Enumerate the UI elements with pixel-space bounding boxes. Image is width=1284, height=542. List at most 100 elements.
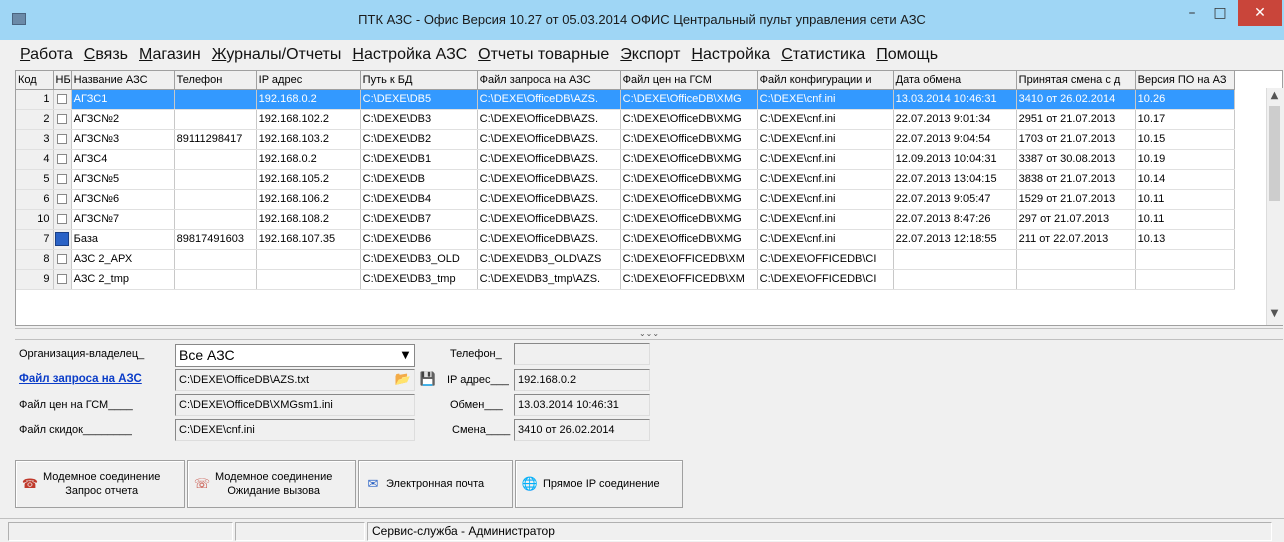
station-icon (57, 174, 68, 185)
menu-station-settings[interactable]: Настройка АЗС (352, 46, 467, 64)
cell-request-file: C:\DEXE\OfficeDB\AZS. (477, 229, 621, 250)
station-icon (57, 274, 68, 285)
cell-nb (53, 189, 72, 210)
scroll-down-arrow-icon[interactable]: ▼ (1266, 308, 1283, 322)
cell-nb (53, 149, 72, 170)
modem-request-button[interactable]: ☎ Модемное соединение Запрос отчета (15, 460, 185, 508)
cell-shift: 297 от 21.07.2013 (1016, 209, 1136, 230)
cell-nb (53, 229, 72, 250)
col-price-file-header[interactable]: Файл цен на ГСМ (620, 71, 758, 90)
cell-phone (174, 269, 257, 290)
envelope-icon: ✉ (367, 476, 379, 491)
col-ip-header[interactable]: IP адрес (256, 71, 361, 90)
cell-phone: 89817491603 (174, 229, 257, 250)
modem-wait-button[interactable]: ☏ Модемное соединение Ожидание вызова (187, 460, 356, 508)
direct-ip-button[interactable]: 🌐 Прямое IP соединение (515, 460, 683, 508)
ip-field: 192.168.0.2 (514, 369, 650, 391)
table-row[interactable]: 3 АГЗС№3 89111298417 192.168.103.2 C:\DEXE\D… (16, 129, 1235, 150)
col-config-file-header[interactable]: Файл конфигурации и (757, 71, 894, 90)
shift-field: 3410 от 26.02.2014 (514, 419, 650, 441)
owner-label: Организация-владелец_ (19, 348, 145, 360)
email-button-label: Электронная почта (386, 478, 485, 490)
menu-export[interactable]: Экспорт (620, 46, 680, 64)
cell-shift: 1529 от 21.07.2013 (1016, 189, 1136, 210)
table-row[interactable]: 1 АГЗС1 192.168.0.2 C:\DEXE\DB5 C:\DEXE\Offi… (16, 89, 1235, 110)
globe-icon: 🌐 (521, 476, 539, 491)
table-row[interactable]: 10 АГЗС№7 192.168.108.2 C:\DEXE\DB7 C:\DEXE\… (16, 209, 1235, 230)
table-row[interactable]: 9 АЗС 2_tmp C:\DEXE\DB3_tmp C:\DEXE\DB3_tmp… (16, 269, 1235, 290)
table-row[interactable]: 2 АГЗС№2 192.168.102.2 C:\DEXE\DB3 C:\DEXE\O… (16, 109, 1235, 130)
cell-db-path: C:\DEXE\DB3_OLD (360, 249, 478, 270)
col-shift-header[interactable]: Принятая смена с д (1016, 71, 1136, 90)
cell-version: 10.14 (1135, 169, 1235, 190)
cell-shift: 3838 от 21.07.2013 (1016, 169, 1136, 190)
open-file-icon[interactable]: 📂 (394, 371, 412, 389)
cell-request-file: C:\DEXE\OfficeDB\AZS. (477, 169, 621, 190)
scroll-up-arrow-icon[interactable]: ▲ (1266, 90, 1283, 104)
cell-nb (53, 209, 72, 230)
cell-config-file: C:\DEXE\cnf.ini (757, 169, 894, 190)
table-row[interactable]: 6 АГЗС№6 192.168.106.2 C:\DEXE\DB4 C:\DEXE\O… (16, 189, 1235, 210)
table-row[interactable]: 4 АГЗС4 192.168.0.2 C:\DEXE\DB1 C:\DEXE\Offi… (16, 149, 1235, 170)
table-row[interactable]: 7 База 89817491603 192.168.107.35 C:\DEXE\DB… (16, 229, 1235, 250)
menu-connection[interactable]: Связь (84, 46, 128, 64)
stations-grid[interactable]: Код НБ Название АЗС Телефон IP адрес Пут… (15, 70, 1283, 326)
request-file-field[interactable]: C:\DEXE\OfficeDB\AZS.txt (175, 369, 415, 391)
price-file-field[interactable]: C:\DEXE\OfficeDB\XMGsm1.ini (175, 394, 415, 416)
cell-version: 10.26 (1135, 89, 1235, 110)
station-icon (57, 114, 68, 125)
cell-nb (53, 109, 72, 130)
menu-shop[interactable]: Магазин (139, 46, 201, 64)
cell-ip: 192.168.103.2 (256, 129, 361, 150)
scroll-thumb[interactable] (1269, 106, 1280, 201)
cell-name: АЗС 2_tmp (71, 269, 175, 290)
cell-config-file: C:\DEXE\cnf.ini (757, 229, 894, 250)
cell-code: 5 (16, 169, 54, 190)
grid-header-row: Код НБ Название АЗС Телефон IP адрес Пут… (16, 71, 1235, 90)
discount-file-field[interactable]: C:\DEXE\cnf.ini (175, 419, 415, 441)
email-button[interactable]: ✉ Электронная почта (358, 460, 513, 508)
col-nb-header[interactable]: НБ (53, 71, 72, 90)
close-button[interactable]: ✕ (1238, 0, 1282, 26)
cell-phone (174, 209, 257, 230)
col-version-header[interactable]: Версия ПО на АЗ (1135, 71, 1235, 90)
cell-code: 8 (16, 249, 54, 270)
menu-journals-reports[interactable]: Журналы/Отчеты (212, 46, 342, 64)
col-code-header[interactable]: Код (16, 71, 54, 90)
cell-nb (53, 129, 72, 150)
menu-goods-reports[interactable]: Отчеты товарные (478, 46, 609, 64)
station-icon (57, 214, 68, 225)
cell-version: 10.11 (1135, 209, 1235, 230)
cell-shift: 1703 от 21.07.2013 (1016, 129, 1136, 150)
chevron-down-icon[interactable]: ▼ (398, 346, 413, 365)
cell-code: 9 (16, 269, 54, 290)
menu-statistics[interactable]: Статистика (781, 46, 865, 64)
title-bar[interactable]: ПТК АЗС - Офис Версия 10.27 от 05.03.201… (0, 0, 1284, 40)
menu-work[interactable]: Работа (20, 46, 73, 64)
table-row[interactable]: 8 АЗС 2_АРХ C:\DEXE\DB3_OLD C:\DEXE\DB3_OLD… (16, 249, 1235, 270)
request-file-link[interactable]: Файл запроса на АЗС (19, 373, 142, 385)
col-request-file-header[interactable]: Файл запроса на АЗС (477, 71, 621, 90)
cell-request-file: C:\DEXE\OfficeDB\AZS. (477, 149, 621, 170)
col-exchange-date-header[interactable]: Дата обмена (893, 71, 1017, 90)
menu-settings[interactable]: Настройка (691, 46, 770, 64)
maximize-button[interactable]: □ (1206, 0, 1234, 26)
panel-splitter[interactable]: ⌄⌄⌄ (15, 328, 1283, 340)
cell-config-file: C:\DEXE\cnf.ini (757, 129, 894, 150)
minimize-button[interactable]: – (1178, 0, 1206, 26)
col-db-path-header[interactable]: Путь к БД (360, 71, 478, 90)
cell-exchange-date: 22.07.2013 9:04:54 (893, 129, 1017, 150)
owner-select[interactable]: Все АЗС (175, 344, 415, 367)
table-row[interactable]: 5 АГЗС№5 192.168.105.2 C:\DEXE\DB C:\DEXE\Of… (16, 169, 1235, 190)
cell-phone (174, 169, 257, 190)
cell-request-file: C:\DEXE\OfficeDB\AZS. (477, 129, 621, 150)
cell-name: АЗС 2_АРХ (71, 249, 175, 270)
cell-price-file: C:\DEXE\OfficeDB\XMG (620, 129, 758, 150)
cell-version: 10.15 (1135, 129, 1235, 150)
save-icon[interactable]: 💾 (419, 371, 437, 389)
col-phone-header[interactable]: Телефон (174, 71, 257, 90)
status-pane-1 (8, 522, 233, 541)
cell-nb (53, 89, 72, 110)
col-name-header[interactable]: Название АЗС (71, 71, 175, 90)
menu-help[interactable]: Помощь (876, 46, 938, 64)
